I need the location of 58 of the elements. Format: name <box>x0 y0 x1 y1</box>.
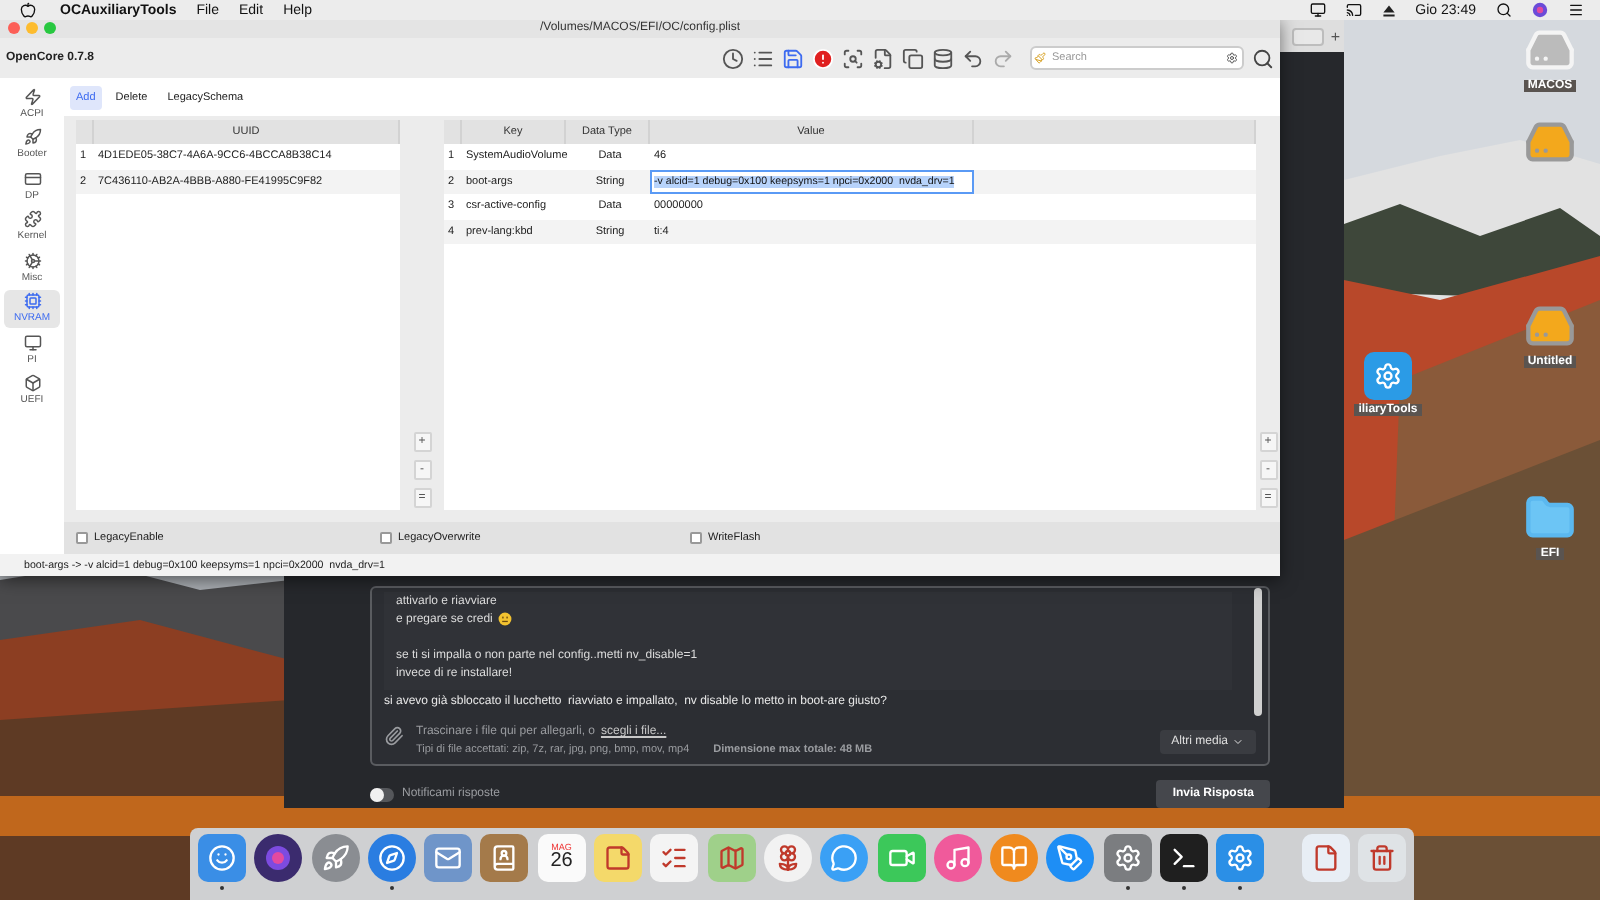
list-icon[interactable] <box>752 47 774 69</box>
gear-icon[interactable] <box>1103 834 1152 882</box>
cube-icon <box>23 374 41 393</box>
brush-icon <box>1034 52 1046 64</box>
checkbox[interactable] <box>76 532 88 544</box>
monitor-icon <box>23 333 41 352</box>
eject-icon[interactable] <box>1381 3 1396 17</box>
database-icon[interactable] <box>932 47 954 69</box>
gear-icon[interactable] <box>1364 352 1412 400</box>
reply-editor[interactable] <box>370 586 1270 766</box>
card-icon <box>23 169 41 188</box>
orb-icon[interactable] <box>1532 2 1548 18</box>
puzzle-icon <box>23 210 41 229</box>
undo-icon[interactable] <box>962 47 984 69</box>
video-camera-icon[interactable] <box>877 834 926 882</box>
smiley-icon <box>498 612 513 626</box>
rocket-icon <box>23 128 41 147</box>
new-tab-button[interactable]: + <box>1330 27 1340 45</box>
compass-icon[interactable] <box>367 834 416 882</box>
notify-toggle[interactable] <box>370 787 394 801</box>
map-icon[interactable] <box>707 834 756 882</box>
chat-bubble-icon[interactable] <box>820 834 869 882</box>
notepad-icon[interactable] <box>594 834 643 882</box>
gear-icon[interactable] <box>1226 52 1238 64</box>
chip-icon <box>23 292 41 311</box>
save-icon[interactable] <box>782 47 804 69</box>
rocket-icon[interactable] <box>311 834 360 882</box>
calendar-day: 26 <box>550 852 573 873</box>
terminal-icon[interactable] <box>1160 834 1209 882</box>
close-button[interactable] <box>8 22 20 34</box>
folder-icon[interactable] <box>1524 492 1576 544</box>
airplay-icon[interactable] <box>1345 2 1362 18</box>
apple-icon[interactable] <box>20 2 36 18</box>
file-gear-icon[interactable] <box>872 47 894 69</box>
paperclip-icon <box>384 726 404 746</box>
search-icon[interactable] <box>1496 2 1512 18</box>
caret-icon <box>1232 736 1244 748</box>
music-note-icon[interactable] <box>933 834 982 882</box>
orb-icon[interactable] <box>254 834 303 882</box>
search-icon[interactable] <box>1252 47 1274 69</box>
open-book-icon[interactable] <box>990 834 1039 882</box>
address-book-icon[interactable] <box>480 834 529 882</box>
scan-icon[interactable] <box>842 47 864 69</box>
checklist-icon[interactable] <box>650 834 699 882</box>
face-icon[interactable] <box>198 834 246 882</box>
copy-icon[interactable] <box>902 47 924 69</box>
menu-icon[interactable] <box>1568 2 1584 18</box>
checkbox[interactable] <box>380 532 392 544</box>
trash-icon[interactable] <box>1358 834 1407 882</box>
alert-icon[interactable] <box>812 47 834 69</box>
scrollbar[interactable] <box>1254 588 1262 716</box>
document-icon[interactable] <box>1301 834 1350 882</box>
checkbox[interactable] <box>690 532 702 544</box>
display-icon[interactable] <box>1309 2 1326 18</box>
gear-icon <box>23 251 41 270</box>
clock-icon[interactable] <box>722 47 744 69</box>
lightning-icon <box>23 87 41 106</box>
flower-icon[interactable] <box>763 834 812 882</box>
